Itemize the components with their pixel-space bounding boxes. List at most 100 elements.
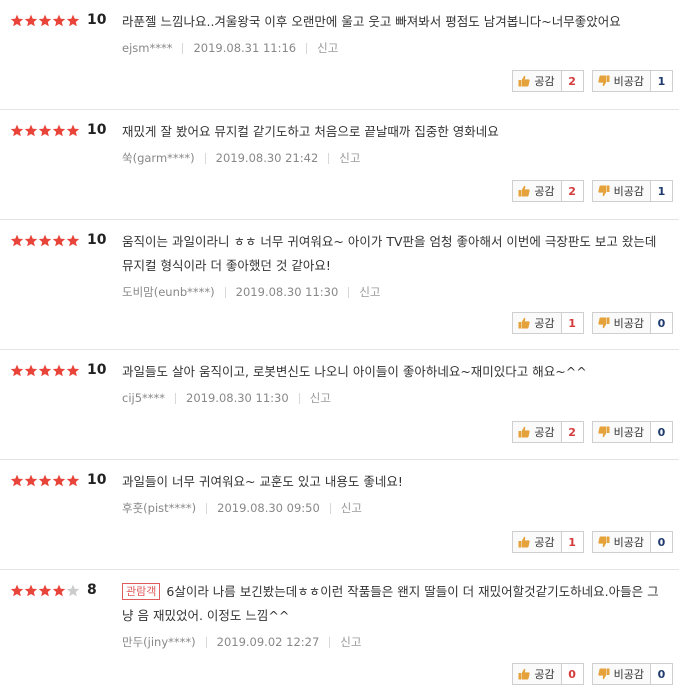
- report-link[interactable]: 신고: [317, 40, 338, 56]
- star-filled-icon: [52, 364, 66, 376]
- star-filled-icon: [38, 474, 52, 486]
- dislike-button[interactable]: 비공감: [591, 531, 651, 553]
- divider: [224, 286, 226, 298]
- rating-score: 10: [87, 472, 107, 488]
- rating-score: 10: [87, 232, 107, 248]
- divider: [206, 502, 208, 514]
- divider: [204, 152, 206, 164]
- report-link[interactable]: 신고: [339, 150, 360, 166]
- review-date: 2019.08.30 11:30: [186, 391, 289, 405]
- like-button[interactable]: 공감: [512, 663, 562, 685]
- review-actions: 공감 2 비공감 0: [512, 421, 673, 443]
- review-text: 과일들이 너무 귀여워요~ 교훈도 있고 내용도 좋네요!: [122, 474, 403, 489]
- review-item: 10 움직이는 과일이라니 ㅎㅎ 너무 귀여워요~ 아이가 TV판을 엄청 좋아…: [0, 220, 679, 350]
- rating-score: 10: [87, 362, 107, 378]
- star-filled-icon: [10, 364, 24, 376]
- thumbs-down-icon: [597, 75, 610, 87]
- like-button[interactable]: 공감: [512, 421, 562, 443]
- thumbs-down-icon: [597, 668, 610, 680]
- star-filled-icon: [10, 584, 24, 596]
- star-filled-icon: [24, 234, 38, 246]
- divider: [329, 502, 331, 514]
- star-filled-icon: [24, 474, 38, 486]
- dislike-button[interactable]: 비공감: [591, 312, 651, 334]
- like-button[interactable]: 공감: [512, 531, 562, 553]
- like-count: 2: [561, 421, 584, 443]
- star-filled-icon: [24, 364, 38, 376]
- star-filled-icon: [66, 14, 80, 26]
- star-filled-icon: [52, 234, 66, 246]
- like-label: 공감: [534, 185, 555, 198]
- star-filled-icon: [52, 14, 66, 26]
- review-list: 10 라푼젤 느낌나요..겨울왕국 이후 오랜만에 울고 웃고 빠져봐서 평점도…: [0, 0, 700, 700]
- dislike-button[interactable]: 비공감: [591, 180, 651, 202]
- thumbs-down-icon: [597, 317, 610, 329]
- divider: [182, 42, 184, 54]
- divider: [175, 392, 177, 404]
- like-button[interactable]: 공감: [512, 312, 562, 334]
- review-meta: cij5**** 2019.08.30 11:30 신고: [122, 390, 331, 406]
- like-count: 2: [561, 70, 584, 92]
- review-text: 움직이는 과일이라니 ㅎㅎ 너무 귀여워요~ 아이가 TV판을 엄청 좋아해서 …: [122, 234, 657, 273]
- rating: 10: [10, 12, 106, 28]
- review-item: 8 관람객 6살이라 나름 보긴봤는데ㅎㅎ이런 작품들은 왠지 딸들이 더 재밌어…: [0, 570, 679, 700]
- report-link[interactable]: 신고: [310, 390, 331, 406]
- rating: 10: [10, 122, 106, 138]
- dislike-button[interactable]: 비공감: [591, 70, 651, 92]
- like-count: 2: [561, 180, 584, 202]
- like-label: 공감: [534, 426, 555, 439]
- thumbs-down-icon: [597, 536, 610, 548]
- review-actions: 공감 1 비공감 0: [512, 531, 673, 553]
- like-count: 1: [561, 312, 584, 334]
- star-filled-icon: [52, 474, 66, 486]
- divider: [328, 152, 330, 164]
- divider: [205, 636, 207, 648]
- like-label: 공감: [534, 668, 555, 681]
- like-label: 공감: [534, 536, 555, 549]
- report-link[interactable]: 신고: [341, 500, 362, 516]
- star-filled-icon: [38, 584, 52, 596]
- star-filled-icon: [66, 364, 80, 376]
- review-date: 2019.08.31 11:16: [193, 41, 297, 55]
- review-actions: 공감 2 비공감 1: [512, 70, 673, 92]
- review-text: 관람객 6살이라 나름 보긴봤는데ㅎㅎ이런 작품들은 왠지 딸들이 더 재밌어할것…: [122, 580, 669, 628]
- star-filled-icon: [66, 234, 80, 246]
- review-actions: 공감 0 비공감 0: [512, 663, 673, 685]
- star-filled-icon: [10, 474, 24, 486]
- thumbs-up-icon: [518, 536, 531, 548]
- dislike-count: 0: [651, 531, 673, 553]
- review-author: ejsm****: [122, 41, 173, 55]
- review-actions: 공감 2 비공감 1: [512, 180, 673, 202]
- dislike-button[interactable]: 비공감: [591, 421, 651, 443]
- dislike-button[interactable]: 비공감: [591, 663, 651, 685]
- rating-score: 10: [87, 12, 107, 28]
- thumbs-up-icon: [518, 185, 531, 197]
- rating-score: 10: [87, 122, 107, 138]
- dislike-count: 1: [651, 180, 673, 202]
- star-filled-icon: [52, 584, 66, 596]
- divider: [329, 636, 331, 648]
- like-button[interactable]: 공감: [512, 180, 562, 202]
- review-item: 10 과일들이 너무 귀여워요~ 교훈도 있고 내용도 좋네요! 후훗(pist…: [0, 460, 679, 570]
- report-link[interactable]: 신고: [359, 284, 380, 300]
- dislike-label: 비공감: [613, 75, 644, 88]
- star-filled-icon: [38, 364, 52, 376]
- report-link[interactable]: 신고: [340, 634, 361, 650]
- like-button[interactable]: 공감: [512, 70, 562, 92]
- review-text: 과일들도 살아 움직이고, 로봇변신도 나오니 아이들이 좋아하네요~재미있다고…: [122, 364, 587, 379]
- star-filled-icon: [66, 474, 80, 486]
- rating: 8: [10, 582, 97, 598]
- star-filled-icon: [38, 14, 52, 26]
- review-actions: 공감 1 비공감 0: [512, 312, 673, 334]
- thumbs-up-icon: [518, 317, 531, 329]
- divider: [348, 286, 350, 298]
- review-meta: ejsm**** 2019.08.31 11:16 신고: [122, 40, 338, 56]
- star-rating: [10, 124, 80, 137]
- star-rating: [10, 364, 80, 377]
- thumbs-up-icon: [518, 668, 531, 680]
- dislike-label: 비공감: [613, 185, 644, 198]
- review-author: 도비맘(eunb****): [122, 285, 215, 299]
- divider: [298, 392, 300, 404]
- dislike-label: 비공감: [613, 668, 644, 681]
- star-filled-icon: [10, 234, 24, 246]
